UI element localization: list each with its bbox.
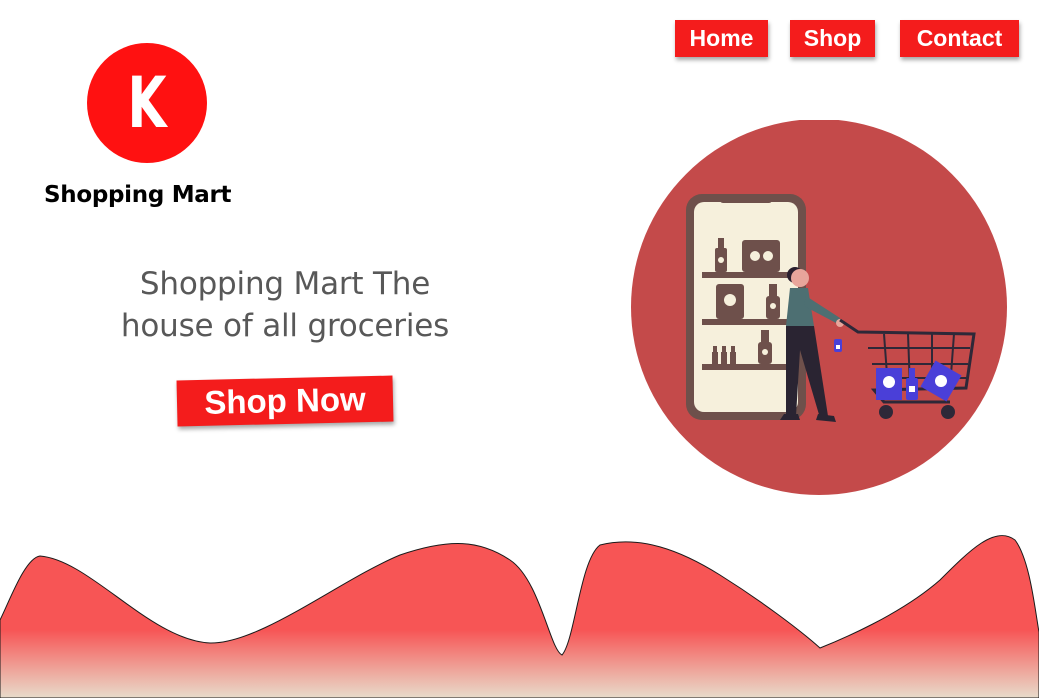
hero-title-line1: Shopping Mart The	[139, 266, 431, 302]
nav-contact-button[interactable]: Contact	[900, 20, 1019, 57]
nav-home-button[interactable]: Home	[675, 20, 768, 57]
shopper-with-cart-icon	[631, 120, 1007, 495]
logo-letter: K	[127, 62, 167, 144]
shop-now-button[interactable]: Shop Now	[176, 375, 394, 427]
logo-icon[interactable]: K	[87, 43, 207, 163]
hero-title: Shopping Mart The house of all groceries	[80, 263, 490, 347]
nav-shop-button[interactable]: Shop	[790, 20, 875, 57]
hero-title-line2: house of all groceries	[120, 308, 450, 344]
bottom-wave-decoration	[0, 535, 1039, 698]
brand-name: Shopping Mart	[44, 182, 232, 208]
